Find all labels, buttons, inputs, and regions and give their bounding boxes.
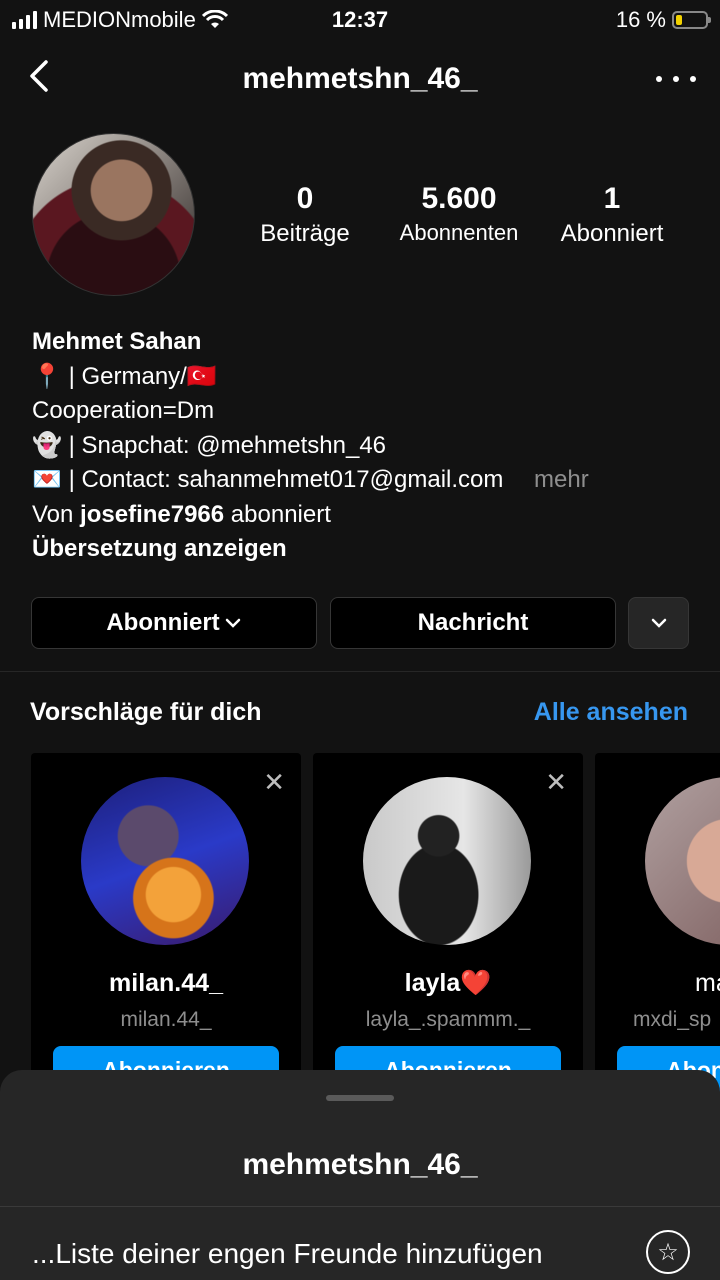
ghost-icon: 👻 — [32, 431, 62, 459]
chevron-down-icon — [651, 618, 666, 628]
stat-posts[interactable]: 0 Beiträge — [235, 182, 375, 248]
battery-icon — [672, 11, 711, 29]
battery-percent: 16 % — [615, 7, 666, 32]
following-count: 1 — [603, 182, 621, 215]
pin-icon: 📍 — [32, 362, 62, 390]
stat-following[interactable]: 1 Abonniert — [542, 182, 682, 248]
chevron-down-icon — [225, 618, 240, 628]
suggestion-avatar[interactable] — [363, 777, 531, 945]
following-label: Abonniert — [560, 220, 664, 247]
posts-label: Beiträge — [260, 220, 350, 247]
sheet-divider — [0, 1206, 720, 1207]
bio-cooperation: Cooperation=Dm — [32, 397, 215, 424]
star-icon[interactable]: ☆ — [646, 1230, 690, 1274]
section-divider — [0, 671, 720, 672]
suggestion-name: ma — [695, 969, 720, 997]
suggestion-card[interactable]: ✕ layla❤️ layla_.spammm._ Abonnieren — [313, 753, 583, 1093]
suggestion-card[interactable]: ✕ milan.44_ milan.44_ Abonnieren — [31, 753, 301, 1093]
profile-username: mehmetshn_46_ — [242, 62, 478, 95]
suggestion-name: milan.44_ — [109, 969, 223, 997]
suggestion-card[interactable]: ma mxdi_sp Abonnieren — [595, 753, 720, 1093]
see-all-link[interactable]: Alle ansehen — [534, 698, 688, 727]
bio-snapchat: 👻 | Snapchat: @mehmetshn_46 — [32, 431, 387, 459]
suggestions-title: Vorschläge für dich — [30, 698, 262, 726]
battery-info: 16 % — [615, 7, 711, 33]
following-button[interactable]: Abonniert — [31, 597, 317, 649]
followed-by[interactable]: Von josefine7966 abonniert — [32, 498, 589, 533]
bio-location: 📍 | Germany/🇹🇷 — [32, 362, 217, 390]
translate-link[interactable]: Übersetzung anzeigen — [32, 532, 589, 567]
bio: Mehmet Sahan 📍 | Germany/🇹🇷 Cooperation=… — [32, 325, 589, 567]
message-button[interactable]: Nachricht — [330, 597, 616, 649]
profile-avatar[interactable] — [32, 133, 195, 296]
close-friends-item[interactable]: ...Liste deiner engen Freunde hinzufügen — [32, 1238, 543, 1270]
bottom-sheet: mehmetshn_46_ ...Liste deiner engen Freu… — [0, 1070, 720, 1280]
more-options-button[interactable] — [656, 64, 696, 94]
love-letter-icon: 💌 — [32, 466, 62, 493]
suggestion-avatar[interactable] — [645, 777, 720, 945]
dismiss-icon[interactable]: ✕ — [263, 767, 285, 798]
status-bar: MEDIONmobile 12:37 16 % — [0, 0, 720, 40]
posts-count: 0 — [296, 182, 314, 215]
suggestions-toggle-button[interactable] — [628, 597, 689, 649]
flag-icon: 🇹🇷 — [186, 362, 217, 390]
more-dots-icon — [656, 76, 662, 82]
bio-contact: 💌 | Contact: sahanmehmet017@gmail.com me… — [32, 466, 589, 493]
suggestion-subtitle: layla_.spammm._ — [365, 1008, 531, 1031]
followers-label: Abonnenten — [399, 220, 519, 245]
suggestion-subtitle: milan.44_ — [120, 1008, 212, 1031]
dismiss-icon[interactable]: ✕ — [545, 767, 567, 798]
suggestion-avatar[interactable] — [81, 777, 249, 945]
followed-by-user: josefine7966 — [80, 500, 225, 528]
suggestion-subtitle: mxdi_sp — [633, 1008, 712, 1031]
stat-followers[interactable]: 5.600 Abonnenten — [385, 182, 533, 246]
followers-count: 5.600 — [421, 182, 497, 215]
status-time: 12:37 — [331, 7, 389, 32]
suggestion-name: layla❤️ — [404, 969, 492, 997]
display-name: Mehmet Sahan — [32, 328, 202, 355]
sheet-title: mehmetshn_46_ — [242, 1148, 478, 1181]
sheet-handle[interactable] — [326, 1095, 394, 1101]
more-link[interactable]: mehr — [534, 466, 589, 493]
